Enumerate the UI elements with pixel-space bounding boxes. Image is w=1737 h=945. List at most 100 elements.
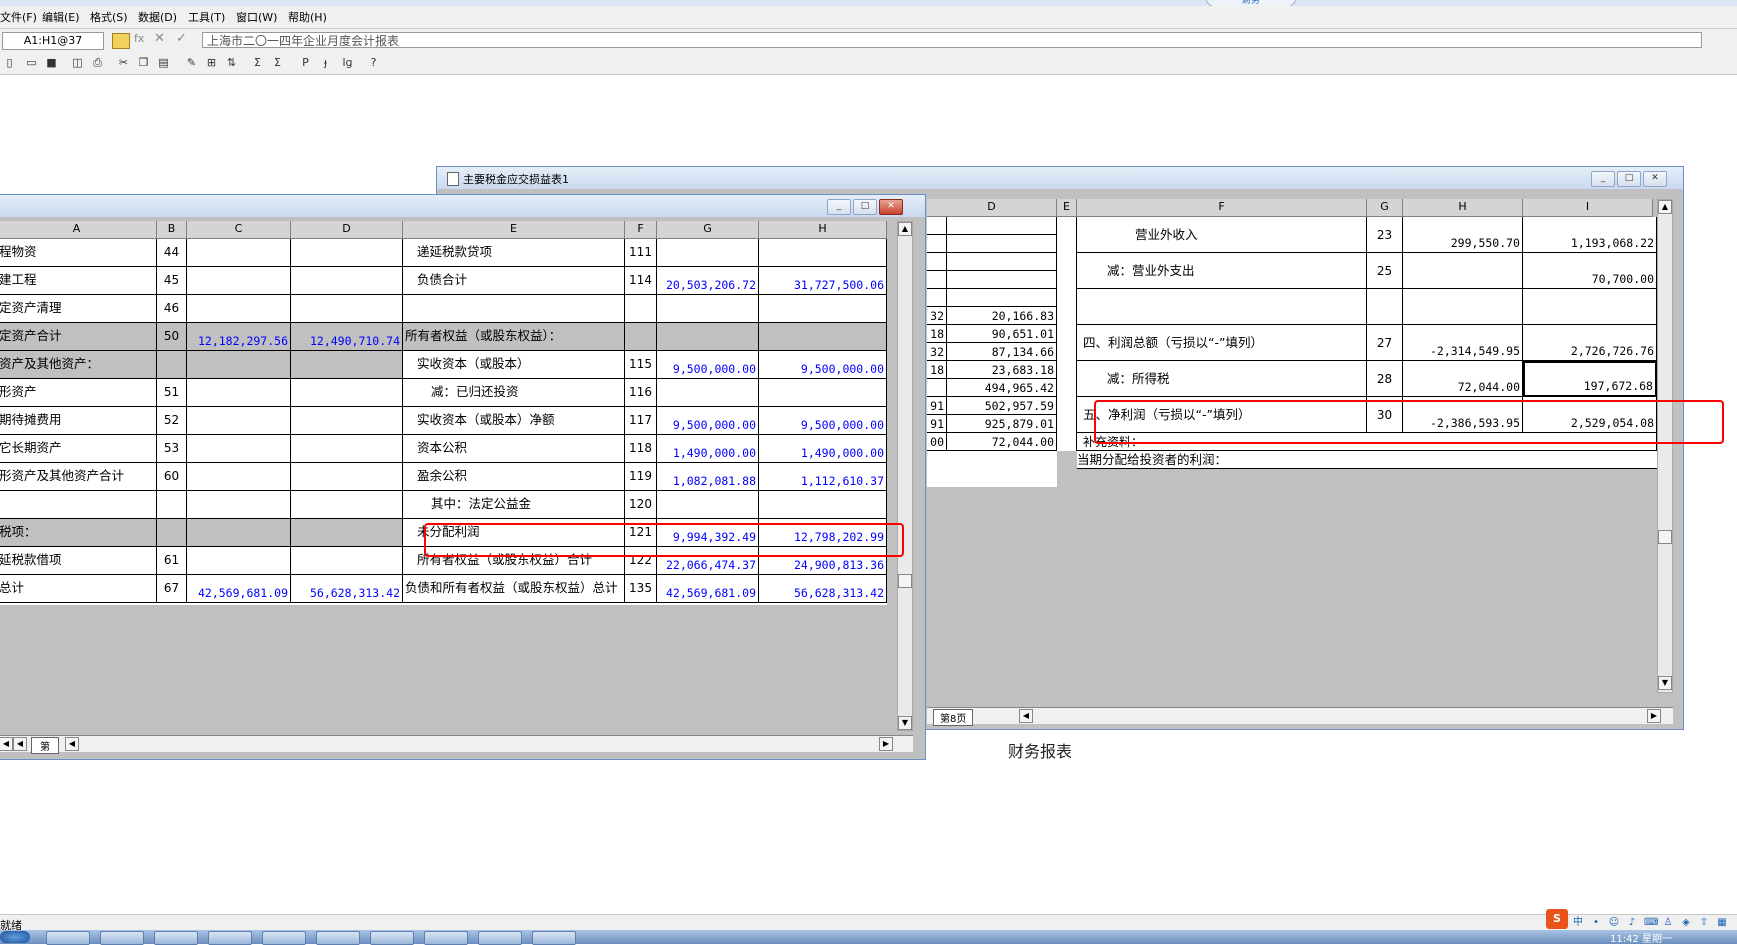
table-cell[interactable]: 61 xyxy=(157,547,187,575)
table-cell[interactable] xyxy=(291,547,403,575)
sum-column-icon[interactable]: Σ xyxy=(270,55,285,70)
column-header-d[interactable]: D xyxy=(927,199,1057,217)
taskbar-app-3[interactable] xyxy=(154,931,198,945)
table-cell[interactable] xyxy=(657,491,759,519)
table-cell[interactable]: 23,683.18 xyxy=(947,361,1057,379)
taskbar-app-10[interactable] xyxy=(532,931,576,945)
table-cell[interactable]: 9,500,000.00 xyxy=(759,407,887,435)
tab-first-icon[interactable]: ◀ xyxy=(0,737,13,751)
table-cell[interactable]: 1,490,000.00 xyxy=(759,435,887,463)
table-cell[interactable]: 其中：法定公益金 xyxy=(403,491,625,519)
table-cell[interactable]: 299,550.70 xyxy=(1403,217,1523,253)
table-cell[interactable] xyxy=(947,289,1057,307)
table-cell[interactable]: 18 xyxy=(927,361,947,379)
table-cell[interactable]: 121 xyxy=(625,519,657,547)
table-cell[interactable]: 00 xyxy=(927,433,947,451)
print-icon[interactable]: ⎙ xyxy=(90,55,105,70)
table-cell[interactable] xyxy=(0,491,157,519)
table-cell[interactable] xyxy=(157,519,187,547)
minimize-button[interactable]: _ xyxy=(1591,171,1615,187)
table-cell[interactable]: 117 xyxy=(625,407,657,435)
table-cell[interactable]: 建工程 xyxy=(0,267,157,295)
minimize-button[interactable]: _ xyxy=(827,199,851,215)
column-header-e[interactable]: E xyxy=(1057,199,1077,217)
table-cell[interactable] xyxy=(187,351,291,379)
table-cell[interactable] xyxy=(187,407,291,435)
table-cell[interactable]: 12,182,297.56 xyxy=(187,323,291,351)
tab-prev-icon[interactable]: ◀ xyxy=(13,737,27,751)
table-cell[interactable]: 税项： xyxy=(0,519,157,547)
taskbar-app-9[interactable] xyxy=(478,931,522,945)
table-cell[interactable]: 四、利润总额（亏损以“-”填列） xyxy=(1077,325,1367,361)
table-cell[interactable]: 2,726,726.76 xyxy=(1523,325,1657,361)
maximize-button[interactable]: □ xyxy=(853,199,877,215)
table-cell[interactable]: 72,044.00 xyxy=(947,433,1057,451)
table-cell[interactable] xyxy=(927,235,947,253)
table-cell[interactable]: 负债和所有者权益（或股东权益）总计 xyxy=(403,575,625,603)
table-cell[interactable]: 1,490,000.00 xyxy=(657,435,759,463)
fx-icon[interactable]: fx xyxy=(134,32,144,45)
table-cell[interactable]: 44 xyxy=(157,239,187,267)
column-header-e[interactable]: E xyxy=(403,221,625,239)
table-cell[interactable]: 2,529,054.08 xyxy=(1523,397,1657,433)
table-cell[interactable]: 122 xyxy=(625,547,657,575)
menu-data[interactable]: 数据(D) xyxy=(138,9,177,25)
table-cell[interactable]: 28 xyxy=(1367,361,1403,397)
table-cell[interactable] xyxy=(291,407,403,435)
table-cell[interactable] xyxy=(187,379,291,407)
table-cell[interactable]: 87,134.66 xyxy=(947,343,1057,361)
table-cell[interactable]: 9,500,000.00 xyxy=(657,351,759,379)
table-cell[interactable]: 494,965.42 xyxy=(947,379,1057,397)
menu-tools[interactable]: 工具(T) xyxy=(188,9,225,25)
table-cell[interactable]: 递延税款贷项 xyxy=(403,239,625,267)
table-cell[interactable]: 42,569,681.09 xyxy=(657,575,759,603)
taskbar-app-4[interactable] xyxy=(208,931,252,945)
column-header-d[interactable]: D xyxy=(291,221,403,239)
ime-punct-icon[interactable]: • xyxy=(1590,917,1602,929)
table-cell[interactable]: 60 xyxy=(157,463,187,491)
table-cell[interactable]: 116 xyxy=(625,379,657,407)
column-header-h[interactable]: H xyxy=(1403,199,1523,217)
table-cell[interactable]: 定资产合计 xyxy=(0,323,157,351)
column-header-b[interactable]: B xyxy=(157,221,187,239)
ime-skin-icon[interactable]: ◈ xyxy=(1680,917,1692,929)
table-cell[interactable] xyxy=(947,253,1057,271)
table-cell[interactable]: 925,879.01 xyxy=(947,415,1057,433)
ime-keyboard-icon[interactable]: ⌨ xyxy=(1644,917,1658,929)
column-header-g[interactable]: G xyxy=(1367,199,1403,217)
table-cell[interactable] xyxy=(291,519,403,547)
table-cell[interactable]: 53 xyxy=(157,435,187,463)
maximize-button[interactable]: □ xyxy=(1617,171,1641,187)
table-cell[interactable]: 90,651.01 xyxy=(947,325,1057,343)
taskbar-app-6[interactable] xyxy=(316,931,360,945)
table-cell[interactable]: 18 xyxy=(927,325,947,343)
scroll-right-icon[interactable]: ▶ xyxy=(1647,709,1661,723)
column-header-i[interactable]: I xyxy=(1523,199,1653,217)
table-cell[interactable]: 未分配利润 xyxy=(403,519,625,547)
close-button[interactable]: ✕ xyxy=(879,199,903,215)
table-cell[interactable]: 120 xyxy=(625,491,657,519)
ime-upload-icon[interactable]: ⇧ xyxy=(1698,917,1710,929)
table-cell[interactable] xyxy=(291,379,403,407)
cancel-icon[interactable]: ✕ xyxy=(154,31,165,46)
table-cell[interactable]: 资本公积 xyxy=(403,435,625,463)
save-icon[interactable]: ■ xyxy=(44,55,59,70)
table-cell[interactable] xyxy=(187,547,291,575)
table-cell[interactable]: 实收资本（或股本）净额 xyxy=(403,407,625,435)
table-cell[interactable] xyxy=(927,217,947,235)
sheet-tab[interactable]: 第8页 xyxy=(933,709,974,726)
table-cell[interactable]: 减：所得税 xyxy=(1077,361,1367,397)
table-cell[interactable] xyxy=(657,239,759,267)
table-cell[interactable]: 减：已归还投资 xyxy=(403,379,625,407)
table-cell[interactable] xyxy=(759,379,887,407)
table-cell[interactable] xyxy=(1367,289,1403,325)
taskbar-app-5[interactable] xyxy=(262,931,306,945)
table-cell[interactable]: 1,112,610.37 xyxy=(759,463,887,491)
table-cell[interactable]: 9,500,000.00 xyxy=(759,351,887,379)
supplementary-info[interactable]: 补充资料： xyxy=(1077,433,1657,451)
input-method-icon[interactable]: S xyxy=(1546,909,1568,929)
scroll-up-icon[interactable]: ▲ xyxy=(1658,200,1672,214)
table-cell[interactable]: 所有者权益（或股东权益）： xyxy=(403,323,625,351)
table-cell[interactable] xyxy=(927,379,947,397)
table-cell[interactable]: 总计 xyxy=(0,575,157,603)
